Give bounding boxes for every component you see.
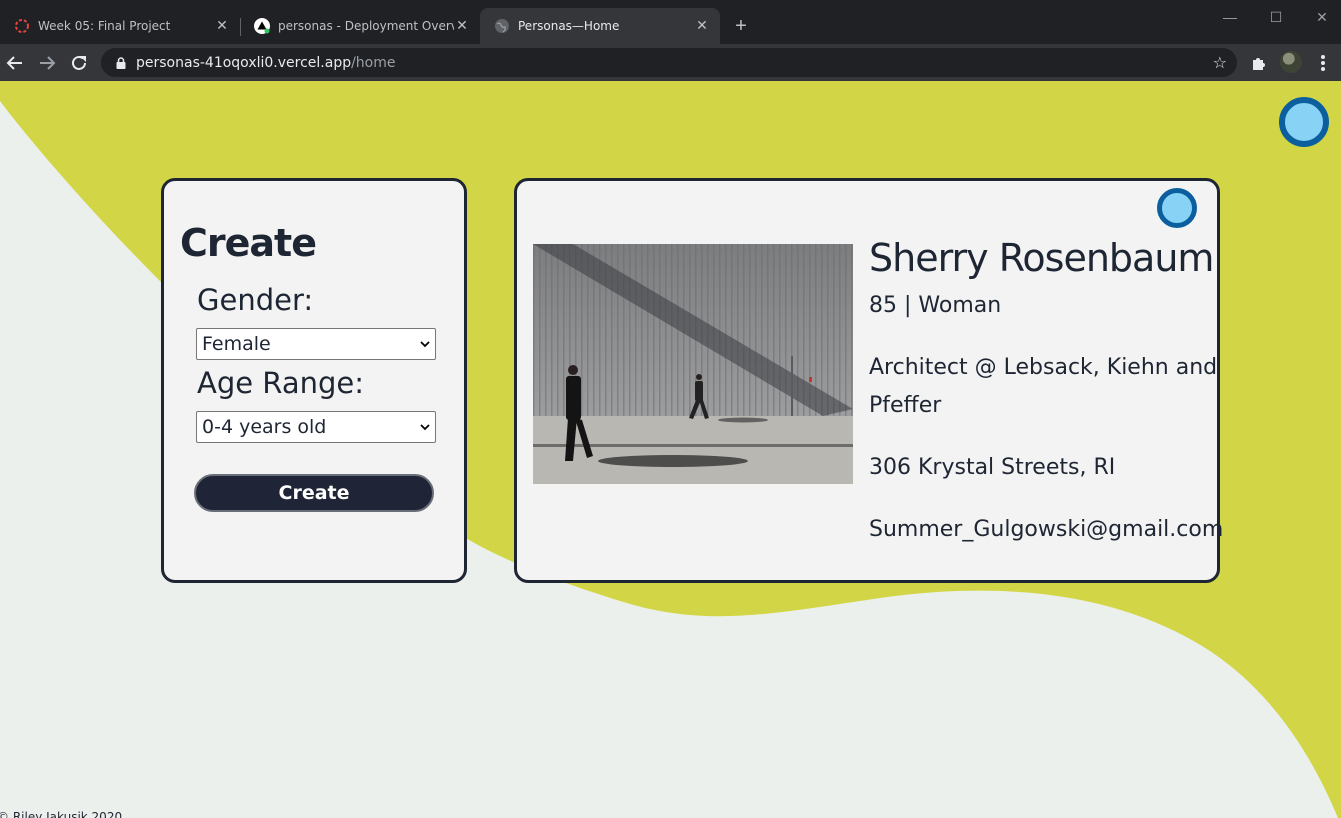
arrow-right-icon	[40, 56, 56, 70]
close-icon[interactable]: ✕	[454, 18, 470, 34]
persona-age-gender: 85 | Woman	[869, 293, 1002, 318]
arrow-left-icon	[6, 56, 22, 70]
persona-email: Summer_Gulgowski@gmail.com	[869, 517, 1224, 542]
url-host: personas-41oqoxli0.vercel.app	[136, 54, 352, 71]
new-tab-button[interactable]: +	[729, 14, 753, 38]
back-button[interactable]	[2, 50, 28, 76]
minimize-button[interactable]: —	[1207, 4, 1253, 30]
lock-icon	[116, 56, 126, 69]
persona-photo	[533, 244, 853, 484]
vercel-triangle-icon	[254, 18, 270, 34]
footer-copyright: © Riley Jakusik 2020	[0, 810, 123, 818]
bookmark-star-icon[interactable]: ☆	[1213, 53, 1227, 72]
circle-loader-icon	[15, 19, 29, 33]
persona-job-line-2: Pfeffer	[869, 393, 942, 418]
reload-icon	[72, 55, 86, 70]
tab-title: Week 05: Final Project	[38, 19, 171, 33]
gender-select[interactable]: Female	[196, 328, 436, 360]
persona-address: 306 Krystal Streets, RI	[869, 455, 1116, 480]
close-icon[interactable]: ✕	[214, 18, 230, 34]
gender-select-value: Female	[202, 333, 271, 355]
profile-avatar[interactable]	[1280, 51, 1302, 73]
browser-menu-button[interactable]	[1310, 50, 1336, 76]
persona-job-line-1: Architect @ Lebsack, Kiehn and	[869, 355, 1218, 380]
create-card: Create Gender: Female Age Range: 0-4 yea…	[161, 178, 467, 583]
extensions-button[interactable]	[1246, 50, 1272, 76]
gender-label: Gender:	[197, 283, 314, 317]
forward-button[interactable]	[34, 50, 60, 76]
age-range-label: Age Range:	[197, 366, 364, 400]
theme-toggle-button[interactable]	[1279, 97, 1329, 147]
chevron-down-icon	[420, 424, 430, 431]
close-window-button[interactable]: ✕	[1299, 4, 1341, 30]
browser-toolbar: personas-41oqoxli0.vercel.app/home ☆	[0, 44, 1341, 81]
more-vert-icon	[1321, 55, 1325, 71]
chevron-down-icon	[420, 341, 430, 348]
age-range-select-value: 0-4 years old	[202, 416, 327, 438]
url-path: /home	[351, 54, 396, 71]
tab-title: personas - Deployment Overview	[278, 19, 454, 33]
tab-title: Personas—Home	[518, 19, 620, 33]
maximize-button[interactable]: ☐	[1253, 4, 1299, 30]
close-icon[interactable]: ✕	[694, 18, 710, 34]
address-bar[interactable]: personas-41oqoxli0.vercel.app/home ☆	[101, 48, 1237, 77]
tab-strip: Week 05: Final Project ✕ personas - Depl…	[0, 0, 1341, 44]
persona-name: Sherry Rosenbaum	[869, 236, 1214, 280]
reload-button[interactable]	[66, 50, 92, 76]
create-title: Create	[180, 221, 317, 265]
create-button[interactable]: Create	[194, 474, 434, 512]
persona-card: Sherry Rosenbaum 85 | Woman Architect @ …	[514, 178, 1224, 583]
card-theme-toggle-button[interactable]	[1157, 188, 1197, 228]
tab-personas-home[interactable]: Personas—Home ✕	[480, 8, 720, 44]
puzzle-icon	[1253, 58, 1265, 70]
globe-icon	[495, 19, 509, 33]
age-range-select[interactable]: 0-4 years old	[196, 411, 436, 443]
tab-week05[interactable]: Week 05: Final Project ✕	[0, 8, 240, 44]
page: Create Gender: Female Age Range: 0-4 yea…	[0, 81, 1341, 818]
tab-deployment-overview[interactable]: personas - Deployment Overview ✕	[240, 8, 480, 44]
